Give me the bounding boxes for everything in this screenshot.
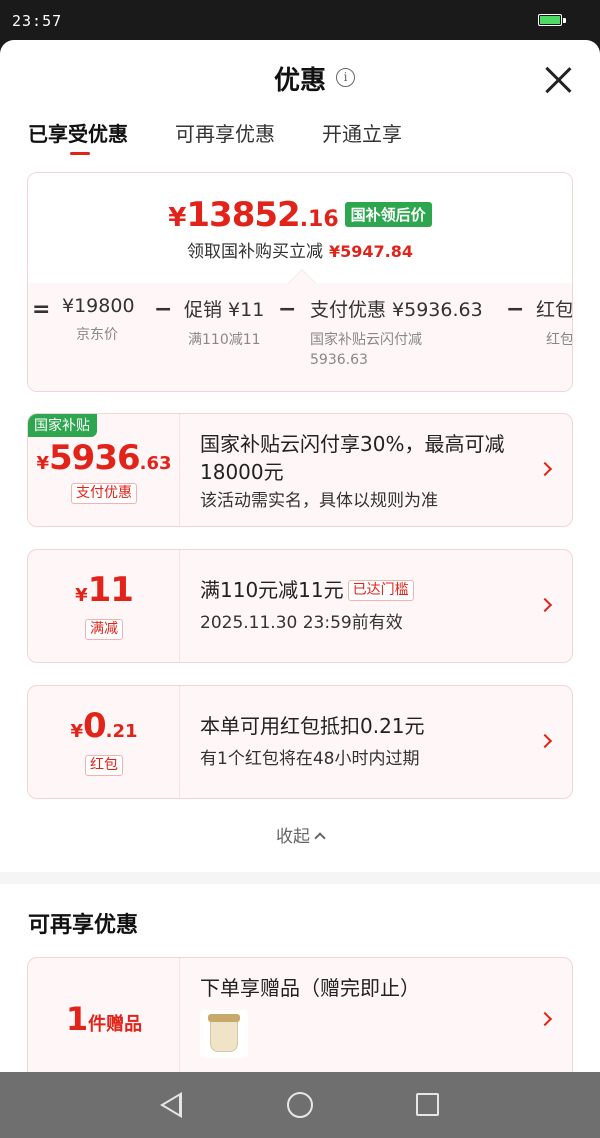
gift-offer-card[interactable]: 1件赠品 下单享赠品（赠完即止） <box>27 957 573 1072</box>
gift-product-image[interactable] <box>200 1010 248 1058</box>
coupon-title: 满110元减11元 已达门槛 <box>200 576 530 604</box>
minus-sign: − <box>506 297 525 322</box>
minus-sign: − <box>278 297 297 322</box>
minus-sign: − <box>154 297 173 322</box>
coupon-tag: 支付优惠 <box>71 483 137 504</box>
subsidy-saving-line: 领取国补购买立减 ¥5947.84 <box>186 242 413 262</box>
price-breakdown[interactable]: = ¥19800 京东价 − 促销 ¥11 满110减11 − 支付优惠 ¥59… <box>28 283 573 391</box>
coupon-tag: 满减 <box>85 619 123 640</box>
tab-active-indicator <box>70 152 90 155</box>
tab-enjoyed-discounts[interactable]: 已享受优惠 <box>28 118 128 147</box>
info-icon[interactable]: i <box>336 68 355 87</box>
coupon-tag: 红包 <box>85 755 123 776</box>
price-summary-card: ¥13852.16 国补领后价 领取国补购买立减 ¥5947.84 = ¥19800… <box>27 172 573 392</box>
status-time: 23:57 <box>12 12 63 30</box>
tab-more-discounts[interactable]: 可再享优惠 <box>175 118 275 147</box>
recent-apps-icon[interactable] <box>416 1093 439 1116</box>
chevron-up-icon <box>314 832 326 844</box>
coupon-amount: ¥11 <box>75 570 134 610</box>
chevron-right-icon <box>537 733 553 749</box>
coupon-title: 国家补贴云闪付享30%，最高可减18000元 <box>200 432 505 484</box>
national-subsidy-badge: 国家补贴 <box>28 414 97 437</box>
coupon-desc: 该活动需实名，具体以规则为准 <box>200 491 438 511</box>
coupon-amount: ¥0.21 <box>70 706 138 746</box>
breakdown-promotion: 促销 ¥11 满110减11 <box>184 299 265 348</box>
coupon-desc: 有1个红包将在48小时内过期 <box>200 749 420 769</box>
system-nav-bar <box>0 1072 600 1138</box>
breakdown-jd-price: ¥19800 京东价 <box>62 295 135 343</box>
gift-count: 1件赠品 <box>65 1000 143 1038</box>
home-icon[interactable] <box>287 1092 313 1118</box>
back-icon[interactable] <box>160 1092 182 1118</box>
chevron-right-icon <box>537 1011 553 1027</box>
sheet-title: 优惠 <box>273 66 326 96</box>
chevron-right-icon <box>537 461 553 477</box>
discount-sheet: 优惠 i 已享受优惠 可再享优惠 开通立享 ¥13852.16 国补领后价 领取国… <box>0 40 600 1072</box>
subsidy-saving-amount: ¥5947.84 <box>328 242 413 261</box>
final-price-decimal: .16 <box>299 207 339 232</box>
coupon-card-national-subsidy[interactable]: 国家补贴 ¥5936.63 支付优惠 国家补贴云闪付享30%，最高可减18000… <box>27 413 573 527</box>
more-discounts-title: 可再享优惠 <box>28 913 139 938</box>
equals-sign: = <box>32 297 51 322</box>
subsidy-price-badge: 国补领后价 <box>344 202 432 227</box>
final-price-integer: 13852 <box>186 195 300 235</box>
collapse-button[interactable]: 收起 <box>0 822 600 847</box>
section-divider <box>0 872 600 884</box>
coupon-card-full-reduction[interactable]: ¥11 满减 满110元减11元 已达门槛 2025.11.30 23:59前有效 <box>27 549 573 663</box>
tab-activate-enjoy[interactable]: 开通立享 <box>322 118 402 147</box>
coupon-title: 本单可用红包抵扣0.21元 <box>200 714 425 738</box>
gift-title: 下单享赠品（赠完即止） <box>200 976 420 1000</box>
coupon-expiry: 2025.11.30 23:59前有效 <box>200 613 403 633</box>
breakdown-red-packet: 红包 红包 <box>536 299 573 348</box>
chevron-right-icon <box>537 597 553 613</box>
coupon-card-red-packet[interactable]: ¥0.21 红包 本单可用红包抵扣0.21元 有1个红包将在48小时内过期 <box>27 685 573 799</box>
final-price: ¥13852.16 国补领后价 <box>28 195 572 235</box>
battery-fill <box>540 16 560 24</box>
close-icon[interactable] <box>543 65 573 95</box>
coupon-amount: ¥5936.63 <box>36 438 172 478</box>
battery-icon <box>538 14 566 26</box>
threshold-reached-badge: 已达门槛 <box>347 580 414 601</box>
breakdown-payment-discount: 支付优惠 ¥5936.63 国家补贴云闪付减 5936.63 <box>310 299 483 368</box>
status-bar: 23:57 <box>0 0 600 40</box>
